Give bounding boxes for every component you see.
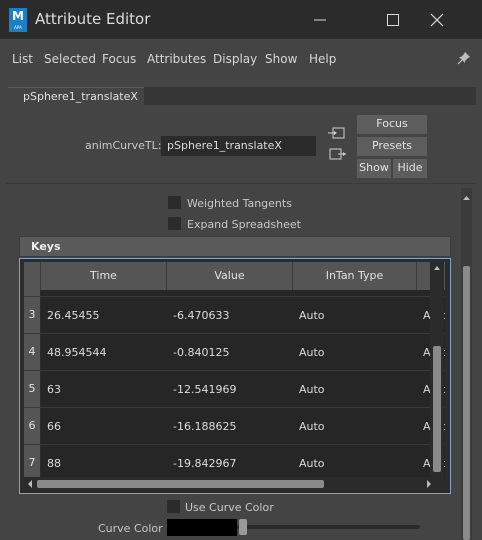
minimize-icon (314, 19, 326, 21)
presets-button[interactable]: Presets (357, 137, 427, 156)
cell-value[interactable]: -6.470633 (173, 309, 291, 322)
focus-button[interactable]: Focus (357, 115, 427, 134)
panel-vertical-scrollbar[interactable] (461, 188, 472, 540)
cell-intan-type[interactable]: Auto (299, 346, 415, 359)
cell-value[interactable]: -12.541969 (173, 383, 291, 396)
anim-curve-name-field[interactable]: pSphere1_translateX (161, 136, 316, 156)
scroll-thumb (37, 480, 324, 488)
title-bar: M APA Attribute Editor (0, 0, 482, 39)
section-divider (6, 183, 476, 184)
corner-header (24, 262, 41, 290)
row-index[interactable]: 6 (24, 408, 40, 444)
scroll-thumb (463, 266, 470, 540)
cell-time[interactable]: 26.45455 (47, 309, 165, 322)
maximize-button[interactable] (370, 0, 416, 39)
cell-intan-type[interactable]: Auto (299, 309, 415, 322)
keys-spreadsheet[interactable]: Time Value InTan Type OutTan Type 3 26.4… (19, 258, 451, 494)
cell-intan-type[interactable]: Auto (299, 457, 415, 470)
cell-time[interactable]: 63 (47, 383, 165, 396)
row-index[interactable]: 7 (24, 445, 40, 480)
close-icon (430, 13, 444, 27)
row-index[interactable]: 4 (24, 334, 40, 370)
menu-selected[interactable]: Selected (44, 52, 96, 66)
window-title: Attribute Editor (35, 10, 151, 28)
anim-curve-label: animCurveTL: (85, 139, 162, 152)
column-header-time[interactable]: Time (41, 262, 167, 290)
pin-icon[interactable] (457, 51, 471, 65)
table-vertical-scrollbar[interactable] (430, 262, 444, 480)
use-curve-color-checkbox[interactable] (167, 500, 180, 513)
menu-display[interactable]: Display (213, 52, 257, 66)
scroll-right-arrow-icon (427, 480, 431, 488)
minimize-button[interactable] (297, 0, 343, 39)
keys-table-viewport: Time Value InTan Type OutTan Type 3 26.4… (24, 262, 445, 480)
row-index[interactable]: 5 (24, 371, 40, 407)
close-button[interactable] (414, 0, 460, 39)
output-connection-icon[interactable] (328, 147, 346, 161)
weighted-tangents-checkbox[interactable] (168, 196, 181, 209)
curve-color-slider-handle[interactable] (239, 519, 247, 535)
cell-time[interactable]: 48.954544 (47, 346, 165, 359)
cell-time[interactable]: 66 (47, 420, 165, 433)
expand-spreadsheet-label: Expand Spreadsheet (187, 218, 301, 231)
curve-color-swatch[interactable] (167, 519, 237, 536)
maya-app-icon: M APA (9, 8, 27, 32)
curve-color-slider-track[interactable] (237, 525, 420, 529)
scroll-up-arrow-icon (434, 266, 440, 270)
keys-section-header[interactable]: Keys (19, 236, 451, 257)
scroll-up-arrow-icon (463, 196, 470, 200)
scroll-left-arrow-icon (28, 480, 32, 488)
menu-focus[interactable]: Focus (102, 52, 136, 66)
scroll-thumb (433, 346, 441, 472)
row-index[interactable]: 3 (24, 297, 40, 333)
cell-intan-type[interactable]: Auto (299, 383, 415, 396)
cell-time[interactable]: 88 (47, 457, 165, 470)
use-curve-color-label: Use Curve Color (185, 501, 274, 514)
menu-list[interactable]: List (12, 52, 33, 66)
weighted-tangents-label: Weighted Tangents (187, 197, 292, 210)
cell-value[interactable]: -0.840125 (173, 346, 291, 359)
input-connection-icon[interactable] (328, 126, 346, 140)
show-button[interactable]: Show (357, 159, 391, 178)
menu-attributes[interactable]: Attributes (147, 52, 206, 66)
cell-value[interactable]: -19.842967 (173, 457, 291, 470)
hide-button[interactable]: Hide (393, 159, 427, 178)
cell-value[interactable]: -16.188625 (173, 420, 291, 433)
table-horizontal-scrollbar[interactable] (23, 477, 437, 491)
curve-color-label: Curve Color (98, 522, 163, 535)
menu-show[interactable]: Show (265, 52, 297, 66)
menu-bar: List Selected Focus Attributes Display S… (0, 39, 482, 79)
menu-help[interactable]: Help (309, 52, 336, 66)
maximize-icon (387, 14, 399, 26)
cell-intan-type[interactable]: Auto (299, 420, 415, 433)
column-header-intan-type[interactable]: InTan Type (293, 262, 417, 290)
expand-spreadsheet-checkbox[interactable] (168, 217, 181, 230)
tab-psphere1-translatex[interactable]: pSphere1_translateX (8, 87, 144, 106)
column-header-value[interactable]: Value (167, 262, 293, 290)
